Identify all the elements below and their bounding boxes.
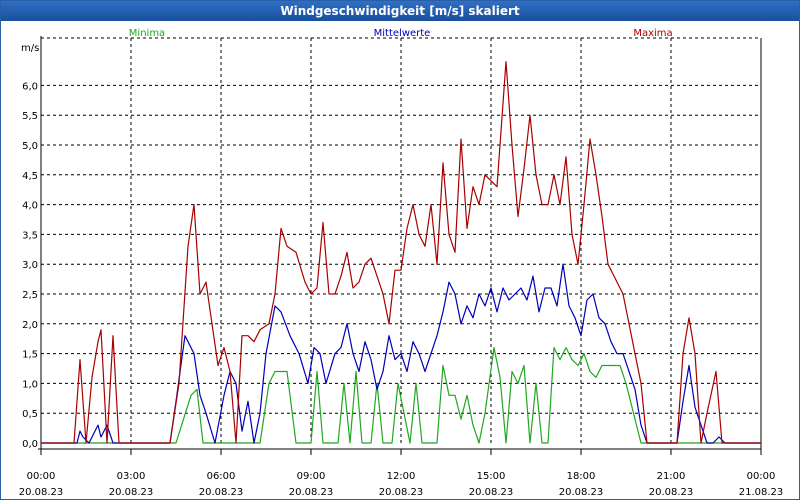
x-tick-time: 09:00 — [297, 471, 326, 482]
y-tick-label: 3,5 — [22, 230, 38, 241]
y-tick-label: 0,5 — [22, 409, 38, 420]
x-tick-time: 15:00 — [477, 471, 506, 482]
y-tick-label: 0,0 — [22, 439, 38, 450]
y-tick-label: 4,5 — [22, 171, 38, 182]
chart-window: Windgeschwindigkeit [m/s] skaliert 0,0 0,… — [0, 0, 800, 500]
x-tick-time: 06:00 — [207, 471, 236, 482]
x-tick-date: 20.08.23 — [199, 487, 244, 498]
y-tick-label: 2,0 — [22, 320, 38, 331]
x-tick-date: 20.08.23 — [469, 487, 514, 498]
y-axis-unit: m/s — [21, 43, 39, 54]
x-tick-time: 18:00 — [567, 471, 596, 482]
y-tick-label: 3,0 — [22, 260, 38, 271]
y-tick-label: 4,0 — [22, 201, 38, 212]
y-tick-label: 5,0 — [22, 141, 38, 152]
x-tick-date: 20.08.23 — [109, 487, 154, 498]
legend-minima: Minima — [129, 28, 165, 39]
x-tick-date: 20.08.23 — [559, 487, 604, 498]
legend-mittelwerte: Mittelwerte — [374, 28, 431, 39]
legend-maxima: Maxima — [633, 28, 672, 39]
y-tick-label: 6,0 — [22, 81, 38, 92]
x-tick-date: 20.08.23 — [379, 487, 424, 498]
x-tick-time: 00:00 — [27, 471, 56, 482]
x-tick-date: 20.08.23 — [649, 487, 694, 498]
x-tick-time: 12:00 — [387, 471, 416, 482]
y-tick-label: 1,5 — [22, 350, 38, 361]
x-tick-date: 20.08.23 — [19, 487, 64, 498]
y-tick-label: 1,0 — [22, 379, 38, 390]
x-tick-time: 00:00 — [747, 471, 776, 482]
window-title: Windgeschwindigkeit [m/s] skaliert — [1, 1, 799, 21]
y-tick-label: 5,5 — [22, 111, 38, 122]
y-tick-label: 2,5 — [22, 290, 38, 301]
x-tick-date: 20.08.23 — [289, 487, 334, 498]
x-tick-time: 21:00 — [657, 471, 686, 482]
x-tick-time: 03:00 — [117, 471, 146, 482]
x-tick-date: 21.08.23 — [739, 487, 784, 498]
chart-area: 0,0 0,5 1,0 1,5 2,0 2,5 3,0 3,5 4,0 4,5 5,0 5,5 6,0 m… — [19, 28, 784, 498]
